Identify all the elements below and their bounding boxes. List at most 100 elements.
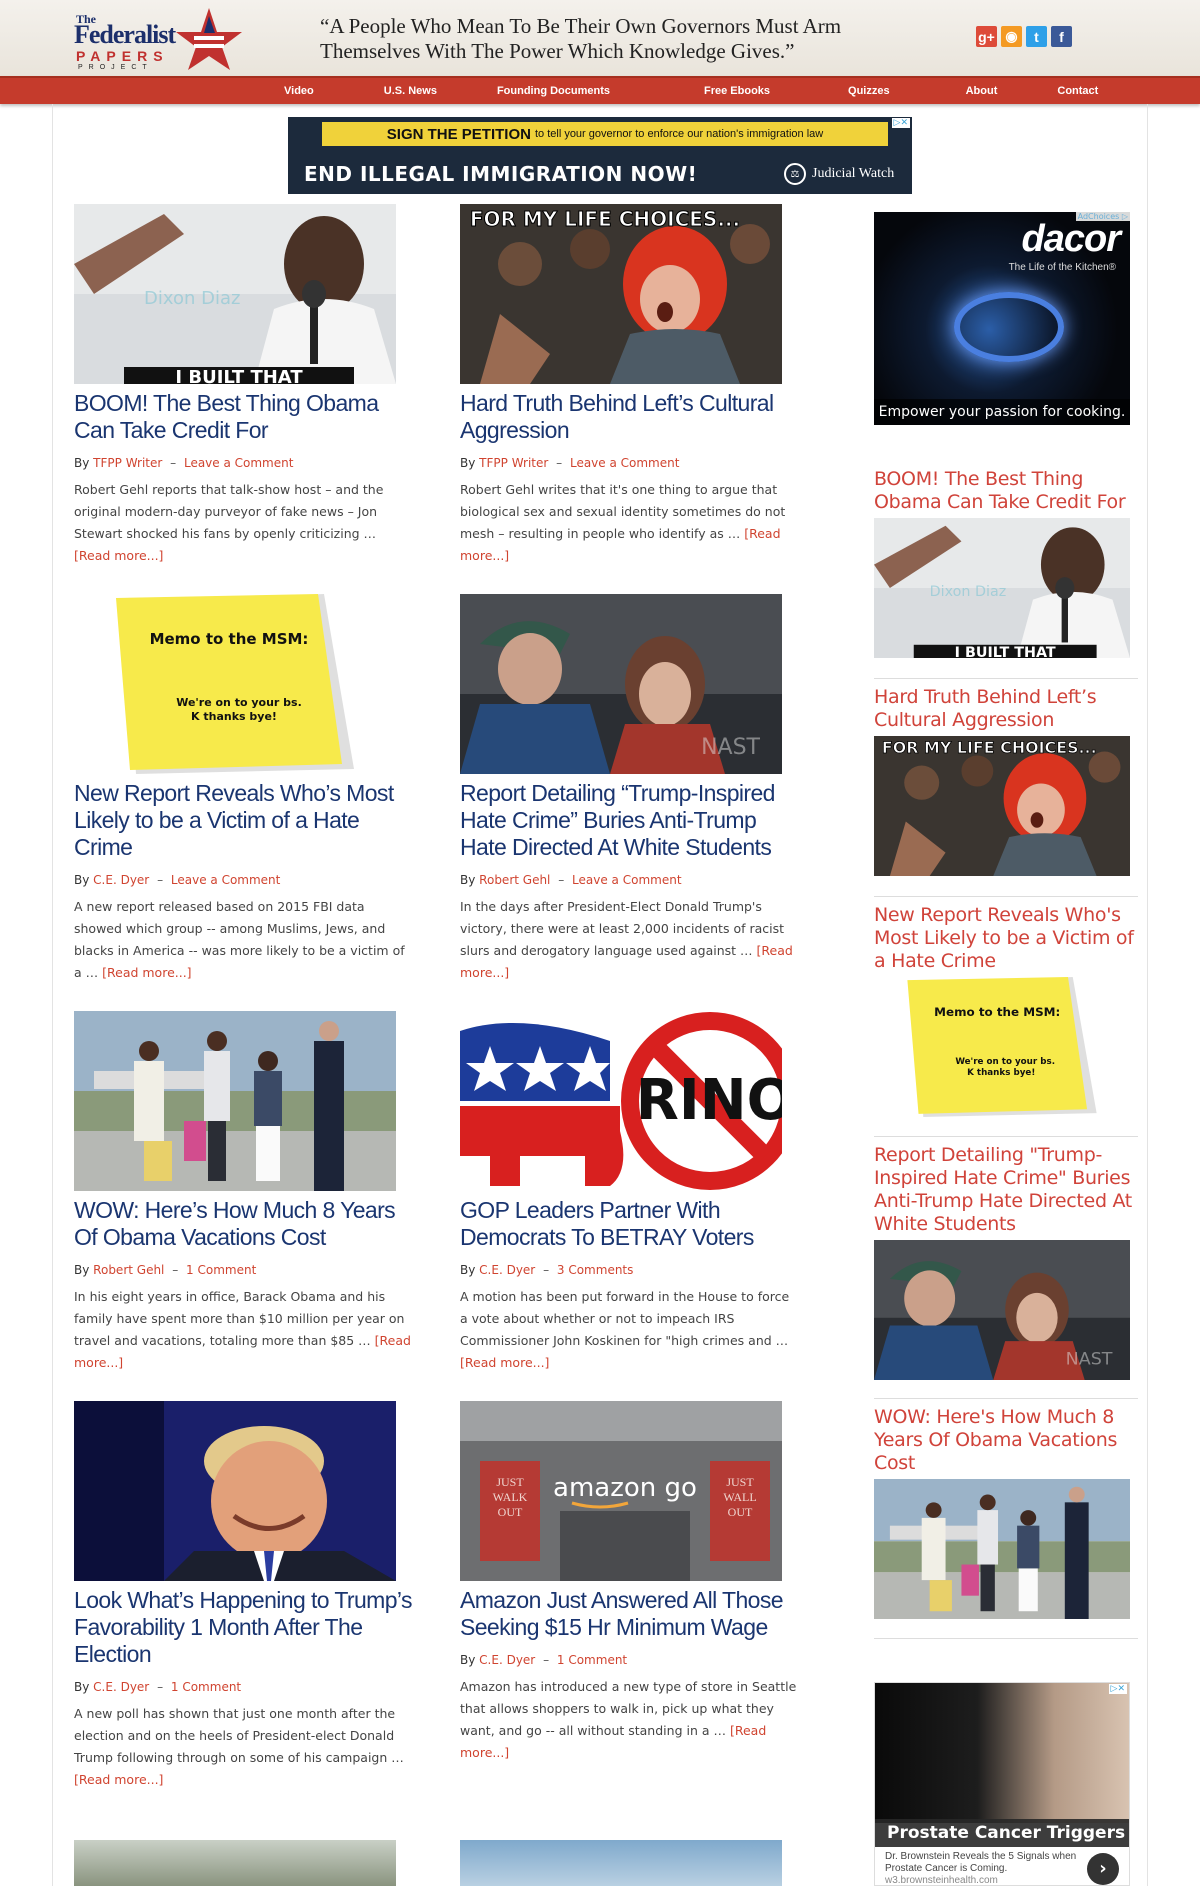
adchoices-icon[interactable]: ▷✕	[891, 118, 910, 128]
comments-link[interactable]: 1 Comment	[186, 1263, 256, 1277]
article-excerpt: A new poll has shown that just one month…	[74, 1703, 414, 1791]
logo-federalist: Federalist	[74, 20, 176, 49]
nav-item-free-ebooks[interactable]: Free Ebooks	[704, 85, 770, 97]
sidebar-item-title[interactable]: BOOM! The Best Thing Obama Can Take Cred…	[874, 468, 1138, 514]
nav-item-u-s-news[interactable]: U.S. News	[384, 85, 437, 97]
main-nav: Video U.S. News Founding Documents Free Ebo…	[0, 76, 1200, 104]
read-more-link[interactable]: [Read more...]	[102, 965, 191, 980]
svg-text:K thanks bye!: K thanks bye!	[191, 710, 277, 723]
comments-link[interactable]: Leave a Comment	[572, 873, 681, 887]
article-card: Dixon Diaz I BUILT THAT BOOM! The Best T…	[74, 204, 414, 567]
rss-icon[interactable]: ◉	[1001, 26, 1022, 47]
comments-link[interactable]: 3 Comments	[557, 1263, 634, 1277]
svg-text:Dixon Diaz: Dixon Diaz	[144, 288, 240, 309]
article-thumbnail[interactable]: FOR MY LIFE CHOICES...	[460, 204, 782, 384]
svg-text:Memo to the MSM:: Memo to the MSM:	[934, 1005, 1060, 1019]
author-link[interactable]: C.E. Dyer	[93, 1680, 149, 1694]
read-more-link[interactable]: [Read more...]	[460, 1355, 549, 1370]
sidebar-item-title[interactable]: WOW: Here's How Much 8 Years Of Obama Va…	[874, 1406, 1138, 1475]
article-thumbnail[interactable]: NAST	[460, 594, 782, 774]
sidebar-item-thumbnail[interactable]: Dixon Diaz I BUILT THAT	[874, 518, 1130, 658]
comments-link[interactable]: 1 Comment	[557, 1653, 627, 1667]
byline-prefix: By	[74, 1680, 90, 1694]
article-thumbnail[interactable]: Dixon Diaz I BUILT THAT	[74, 204, 396, 384]
article-excerpt: A new report released based on 2015 FBI …	[74, 896, 414, 984]
byline-prefix: By	[460, 1263, 476, 1277]
chevron-right-icon[interactable]: ›	[1087, 1853, 1119, 1885]
article-card: JUST WALK OUT JUST WALL OUT amazon go Am…	[460, 1401, 800, 1764]
author-link[interactable]: C.E. Dyer	[479, 1653, 535, 1667]
article-title[interactable]: GOP Leaders Partner With Democrats To BE…	[460, 1197, 800, 1251]
article-thumbnail[interactable]: RINO	[460, 1011, 782, 1191]
byline-separator: –	[157, 873, 164, 887]
facebook-icon[interactable]: f	[1051, 26, 1072, 47]
sidebar-divider	[874, 1136, 1138, 1137]
article-thumbnail-partial[interactable]	[460, 1840, 782, 1886]
author-link[interactable]: Robert Gehl	[93, 1263, 164, 1277]
sidebar-item-title[interactable]: Hard Truth Behind Left’s Cultural Aggres…	[874, 686, 1138, 732]
sidebar-item-title[interactable]: New Report Reveals Who's Most Likely to …	[874, 904, 1138, 973]
article-title[interactable]: Report Detailing “Trump-Inspired Hate Cr…	[460, 780, 800, 861]
site-logo[interactable]: The Federalist PAPERS PROJECT	[74, 8, 244, 71]
banner-ad[interactable]: SIGN THE PETITION to tell your governor …	[288, 117, 912, 194]
author-link[interactable]: TFPP Writer	[479, 456, 548, 470]
adchoices-icon[interactable]: ▷✕	[1108, 1684, 1127, 1694]
article-thumbnail[interactable]: JUST WALK OUT JUST WALL OUT amazon go	[460, 1401, 782, 1581]
quote-line-2: Themselves With The Power Which Knowledg…	[320, 39, 795, 63]
byline-separator: –	[543, 1263, 550, 1277]
article-title[interactable]: Hard Truth Behind Left’s Cultural Aggres…	[460, 390, 800, 444]
article-title[interactable]: Look What’s Happening to Trump’s Favorab…	[74, 1587, 414, 1668]
author-link[interactable]: TFPP Writer	[93, 456, 162, 470]
google-plus-icon[interactable]: g+	[976, 26, 997, 47]
header-quote: “A People Who Mean To Be Their Own Gover…	[320, 14, 920, 64]
article-thumbnail[interactable]	[74, 1401, 396, 1581]
byline-separator: –	[556, 456, 563, 470]
nav-item-about[interactable]: About	[966, 85, 998, 97]
nav-item-video[interactable]: Video	[284, 85, 314, 97]
sidebar-ad[interactable]: dacor The Life of the Kitchen® Empower y…	[874, 212, 1130, 425]
ad-tagline: The Life of the Kitchen®	[1008, 262, 1116, 273]
svg-text:Dixon Diaz: Dixon Diaz	[930, 584, 1007, 600]
adchoices-icon[interactable]: AdChoices ▷	[1075, 212, 1130, 221]
article-thumbnail[interactable]	[74, 1011, 396, 1191]
sidebar-divider	[874, 1398, 1138, 1399]
article-title[interactable]: BOOM! The Best Thing Obama Can Take Cred…	[74, 390, 414, 444]
read-more-link[interactable]: [Read more...]	[74, 548, 163, 563]
read-more-link[interactable]: [Read more...]	[74, 1772, 163, 1787]
svg-text:We're on to your bs.: We're on to your bs.	[176, 696, 302, 709]
svg-text:JUST: JUST	[726, 1475, 754, 1489]
comments-link[interactable]: Leave a Comment	[171, 873, 280, 887]
family-tarmac-image	[74, 1011, 396, 1191]
svg-text:OUT: OUT	[728, 1505, 753, 1519]
sidebar-item-thumbnail[interactable]: FOR MY LIFE CHOICES...	[874, 736, 1130, 876]
article-title[interactable]: New Report Reveals Who’s Most Likely to …	[74, 780, 414, 861]
nav-item-contact[interactable]: Contact	[1057, 85, 1098, 97]
sidebar-item-thumbnail[interactable]: NAST	[874, 1240, 1130, 1380]
author-link[interactable]: C.E. Dyer	[93, 873, 149, 887]
nav-item-quizzes[interactable]: Quizzes	[848, 85, 890, 97]
sidebar-featured-item: Report Detailing "Trump-Inspired Hate Cr…	[874, 1144, 1138, 1380]
article-title[interactable]: WOW: Here’s How Much 8 Years Of Obama Va…	[74, 1197, 414, 1251]
comments-link[interactable]: 1 Comment	[171, 1680, 241, 1694]
byline-separator: –	[543, 1653, 550, 1667]
seal-icon: ⚖	[784, 163, 806, 185]
article-title[interactable]: Amazon Just Answered All Those Seeking $…	[460, 1587, 800, 1641]
svg-text:I BUILT THAT: I BUILT THAT	[175, 367, 303, 384]
sidebar-item-thumbnail[interactable]: Memo to the MSM: We're on to your bs. K …	[874, 977, 1130, 1117]
nav-item-founding-documents[interactable]: Founding Documents	[497, 85, 610, 97]
site-header: The Federalist PAPERS PROJECT “A People …	[0, 0, 1200, 76]
sidebar-item-thumbnail[interactable]	[874, 1479, 1130, 1619]
sidebar-item-title[interactable]: Report Detailing "Trump-Inspired Hate Cr…	[874, 1144, 1138, 1236]
sidebar-ad-2[interactable]: ▷✕ Prostate Cancer Triggers Dr. Brownste…	[874, 1682, 1130, 1886]
sidebar-divider	[874, 678, 1138, 679]
article-thumbnail[interactable]: Memo to the MSM: We're on to your bs. K …	[74, 594, 396, 774]
byline-prefix: By	[74, 1263, 90, 1277]
comments-link[interactable]: Leave a Comment	[570, 456, 679, 470]
article-thumbnail-partial[interactable]	[74, 1840, 396, 1886]
byline-prefix: By	[460, 873, 476, 887]
author-link[interactable]: Robert Gehl	[479, 873, 550, 887]
author-link[interactable]: C.E. Dyer	[479, 1263, 535, 1277]
comments-link[interactable]: Leave a Comment	[184, 456, 293, 470]
twitter-icon[interactable]: t	[1026, 26, 1047, 47]
byline-separator: –	[157, 1680, 164, 1694]
